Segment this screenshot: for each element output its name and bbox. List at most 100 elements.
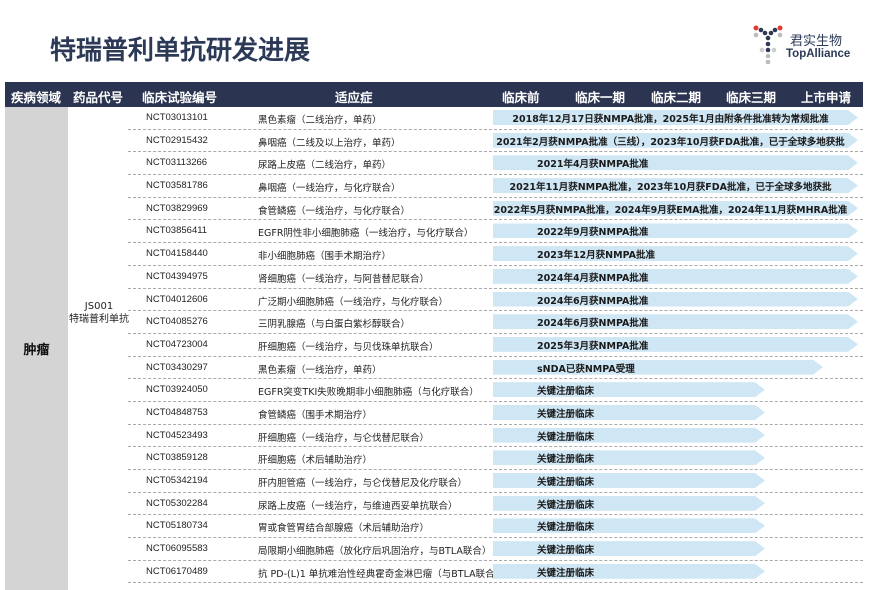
status-label: 关键注册临床 [537,454,595,466]
status-label: 2022年5月获NMPA批准，2024年9月获EMA批准，2024年11月获MH… [493,204,848,216]
nct-id: NCT04012606 [146,293,208,305]
status-label: 关键注册临床 [537,386,595,398]
table-row: NCT03829969 食管鳞癌（一线治疗，与化疗联合） 2022年5月获NMP… [128,198,863,221]
progress-bar: 关键注册临床 [493,450,765,465]
status-label: 2024年6月获NMPA批准 [537,318,649,330]
status-label: 关键注册临床 [537,431,595,443]
progress-bar: 2021年11月获NMPA批准，2023年10月获FDA批准，已于全球多地获批 [493,178,858,193]
progress-bar: 2024年4月获NMPA批准 [493,269,858,284]
indication: 尿路上皮癌（二线治疗，单药） [258,160,392,172]
indication: 黑色素瘤（一线治疗，单药） [258,364,382,376]
progress-bar: 2022年5月获NMPA批准，2024年9月获EMA批准，2024年11月获MH… [493,201,858,216]
drug-code-id: JS001 [84,301,114,312]
col-phase2: 临床二期 [651,90,702,105]
nct-id: NCT05342194 [146,475,208,486]
nct-id: NCT04848753 [146,406,208,418]
progress-bar: 关键注册临床 [493,382,765,397]
progress-bar: 关键注册临床 [493,496,765,511]
progress-bar: 2024年6月获NMPA批准 [493,292,858,307]
status-label: sNDA已获NMPA受理 [537,363,635,375]
nct-id: NCT04523493 [146,429,208,441]
status-label: 2021年2月获NMPA批准（三线），2023年10月获FDA批准，已于全球多地… [496,136,845,148]
table-row: NCT02915432 鼻咽癌（二线及以上治疗，单药） 2021年2月获NMPA… [128,130,863,153]
nct-id: NCT06170489 [146,565,208,577]
indication: 肾细胞癌（一线治疗，与阿昔替尼联合） [258,273,430,285]
nct-id: NCT03829969 [146,202,208,214]
indication: 尿路上皮癌（一线治疗，与维迪西妥单抗联合） [258,500,458,512]
progress-bar: 2023年12月获NMPA批准 [493,246,858,261]
status-label: 关键注册临床 [537,499,595,511]
status-label: 2024年6月获NMPA批准 [537,295,649,307]
table-row: NCT04523493 肝细胞癌（一线治疗，与仑伐替尼联合） 关键注册临床 [128,425,863,448]
table-row: NCT03859128 肝细胞癌（术后辅助治疗） 关键注册临床 [128,447,863,470]
progress-bar: 关键注册临床 [493,564,765,579]
col-drug: 药品代号 [73,90,124,105]
indication: 抗 PD-(L)1 单抗难治性经典霍奇金淋巴瘤（与BTLA联合） [258,568,505,580]
table-row: NCT04848753 食管鳞癌（围手术期治疗） 关键注册临床 [128,402,863,425]
table-row: NCT06170489 抗 PD-(L)1 单抗难治性经典霍奇金淋巴瘤（与BTL… [128,561,863,584]
logo-cn: 君实生物 [790,34,843,49]
progress-bar: 关键注册临床 [493,518,765,533]
status-label: 2021年4月获NMPA批准 [537,159,649,171]
table-row: NCT04723004 肝细胞癌（一线治疗，与贝伐珠单抗联合） 2025年3月获… [128,334,863,357]
indication: 局限期小细胞肺癌（放化疗后巩固治疗，与BTLA联合） [258,546,492,558]
nct-id: NCT03013101 [146,112,208,123]
progress-bar: 2022年9月获NMPA批准 [493,223,858,238]
indication: EGFR突变TKI失败晚期非小细胞肺癌（与化疗联合） [258,387,479,399]
col-disease: 疾病领域 [11,90,62,105]
nct-id: NCT03856411 [146,225,208,237]
nct-id: NCT03581786 [146,180,208,192]
table-row: NCT03113266 尿路上皮癌（二线治疗，单药） 2021年4月获NMPA批… [128,152,863,176]
status-label: 2024年4月获NMPA批准 [537,272,649,284]
drug-name: 特瑞普利单抗 [69,314,129,325]
indication: 肝内胆管癌（一线治疗，与仑伐替尼及化疗联合） [258,478,468,489]
logo-icon [753,25,783,65]
nct-id: NCT05180734 [146,520,208,532]
col-filing: 上市申请 [801,90,852,105]
nct-id: NCT05302284 [146,497,208,509]
drug-code: JS001 特瑞普利单抗 [68,300,130,326]
nct-id: NCT03430297 [146,361,208,373]
progress-bar: 2024年6月获NMPA批准 [493,314,858,329]
progress-bar: 关键注册临床 [493,428,765,443]
indication: 三阴乳腺癌（与白蛋白紫杉醇联合） [258,319,411,331]
indication: 非小细胞肺癌（围手术期治疗） [258,251,392,263]
status-label: 关键注册临床 [537,545,595,557]
progress-bar: 2021年2月获NMPA批准（三线），2023年10月获FDA批准，已于全球多地… [493,133,858,148]
progress-bar: 2018年12月17日获NMPA批准，2025年1月由附条件批准转为常规批准 [493,110,858,125]
indication: 肝细胞癌（一线治疗，与贝伐珠单抗联合） [258,341,439,353]
table-row: NCT04012606 广泛期小细胞肺癌（一线治疗，与化疗联合） 2024年6月… [128,289,863,312]
status-label: 2023年12月获NMPA批准 [537,250,656,262]
trial-list: NCT03013101 黑色素瘤（二线治疗，单药） 2018年12月17日获NM… [128,107,863,584]
table-row: NCT05342194 肝内胆管癌（一线治疗，与仑伐替尼及化疗联合） 关键注册临… [128,470,863,493]
col-phase1: 临床一期 [575,90,626,105]
status-label: 2022年9月获NMPA批准 [537,227,649,239]
nct-id: NCT02915432 [146,134,208,146]
progress-bar: sNDA已获NMPA受理 [493,360,823,375]
table-row: NCT03013101 黑色素瘤（二线治疗，单药） 2018年12月17日获NM… [128,107,863,130]
table-row: NCT05180734 胃或食管胃结合部腺癌（术后辅助治疗） 关键注册临床 [128,515,863,539]
nct-id: NCT04158440 [146,248,208,260]
nct-id: NCT04394975 [146,270,208,282]
nct-id: NCT03859128 [146,452,208,464]
table-row: NCT06095583 局限期小细胞肺癌（放化疗后巩固治疗，与BTLA联合） 关… [128,538,863,561]
table-row: NCT03581786 鼻咽癌（一线治疗，与化疗联合） 2021年11月获NMP… [128,175,863,198]
progress-bar: 关键注册临床 [493,541,765,556]
nct-id: NCT04085276 [146,316,208,328]
col-indication: 适应症 [335,90,373,105]
table-row: NCT03856411 EGFR阴性非小细胞肺癌（一线治疗，与化疗联合） 202… [128,220,863,244]
table-row: NCT04158440 非小细胞肺癌（围手术期治疗） 2023年12月获NMPA… [128,243,863,266]
table-header: 疾病领域 药品代号 临床试验编号 适应症 临床前 临床一期 临床二期 临床三期 … [5,82,863,107]
status-label: 2025年3月获NMPA批准 [537,340,649,352]
nct-id: NCT06095583 [146,543,208,555]
indication: 肝细胞癌（一线治疗，与仑伐替尼联合） [258,432,430,444]
progress-bar: 关键注册临床 [493,473,765,488]
status-label: 2021年11月获NMPA批准，2023年10月获FDA批准，已于全球多地获批 [509,182,832,194]
indication: 肝细胞癌（术后辅助治疗） [258,455,373,467]
page-title: 特瑞普利单抗研发进展 [50,36,311,66]
company-logo: 君实生物 TopAlliance [748,22,868,66]
indication: 食管鳞癌（围手术期治疗） [258,409,373,421]
indication: 鼻咽癌（二线及以上治疗，单药） [258,137,401,149]
logo-en: TopAlliance [786,48,851,60]
col-phase3: 临床三期 [726,90,777,105]
